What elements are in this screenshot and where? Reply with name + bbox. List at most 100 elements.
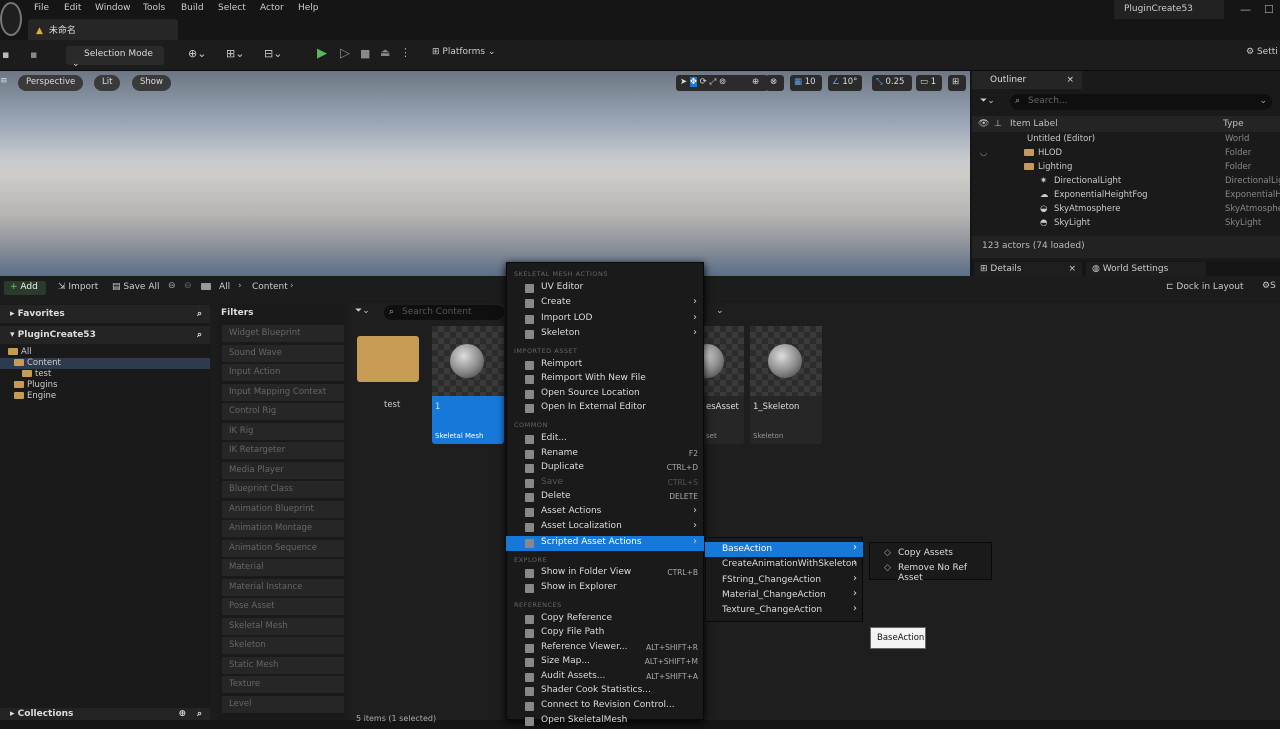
import-button[interactable]: ⇲ Import — [58, 282, 98, 292]
viewport-menu-icon[interactable]: ≡ — [0, 76, 8, 86]
filter-item[interactable]: Sound Wave — [222, 344, 344, 362]
selection-mode-button[interactable]: Selection Mode ⌄ — [66, 46, 164, 69]
filter-icon[interactable]: ⏷⌄ — [355, 306, 370, 316]
add-content-icon[interactable]: ⊕⌄ — [188, 47, 206, 60]
type-header[interactable]: Type — [1223, 119, 1244, 129]
project-header[interactable]: ▾ PluginCreate53 ⌕ — [0, 326, 210, 344]
blueprint-icon[interactable]: ⊞⌄ — [226, 47, 244, 60]
menu-item-create[interactable]: Create › — [506, 296, 704, 311]
details-tab[interactable]: ⊞ Details × — [974, 262, 1082, 276]
unreal-logo-icon[interactable] — [0, 2, 22, 36]
filter-item[interactable]: Level — [222, 695, 344, 713]
filter-item[interactable]: Animation Blueprint — [222, 500, 344, 518]
menu-item-reimport-with-new-file[interactable]: Reimport With New File — [506, 372, 704, 387]
rotate-icon[interactable]: ⟳ — [700, 77, 707, 87]
more-options-icon[interactable]: ⋮ — [400, 46, 411, 59]
stop-icon[interactable]: ■ — [360, 47, 370, 60]
minimize-icon[interactable]: — — [1240, 3, 1251, 16]
filter-item[interactable]: Input Mapping Context — [222, 383, 344, 401]
asset-tile-skeleton[interactable]: 1_Skeleton Skeleton — [750, 326, 822, 444]
breadcrumb-content[interactable]: Content — [252, 282, 288, 292]
add-button[interactable]: + Add — [4, 281, 46, 295]
menu-item-size-map[interactable]: Size Map... ALT+SHIFT+M — [506, 655, 704, 670]
tree-item-plugins[interactable]: Plugins — [0, 380, 210, 391]
search-icon[interactable]: ⌕ — [197, 309, 202, 319]
menu-tools[interactable]: Tools — [143, 3, 165, 13]
filter-item[interactable]: IK Retargeter — [222, 442, 344, 459]
close-icon[interactable]: × — [1066, 75, 1074, 85]
menu-item-uv-editor[interactable]: UV Editor — [506, 281, 704, 296]
outliner-row[interactable]: ☁ ExponentialHeightFog ExponentialHe — [972, 190, 1280, 204]
cinematics-icon[interactable]: ⊟⌄ — [264, 47, 282, 60]
surface-icon[interactable]: ⊗ — [766, 75, 784, 91]
chevron-down-icon[interactable]: ⌄ — [1259, 96, 1267, 106]
select-icon[interactable]: ➤ — [680, 77, 687, 87]
collections-header[interactable]: ▸ Collections ⊕ ⌕ — [0, 708, 210, 720]
camera-speed[interactable]: ▭ 1 — [916, 75, 942, 91]
menu-item-copy-file-path[interactable]: Copy File Path — [506, 626, 704, 641]
submenu-item-fstring-changeaction[interactable]: FString_ChangeAction › — [705, 573, 863, 588]
outliner-row[interactable]: ✷ DirectionalLight DirectionalLig — [972, 176, 1280, 190]
filter-item[interactable]: Animation Montage — [222, 520, 344, 537]
surface-snap-icon[interactable]: ⊚ — [719, 77, 726, 87]
project-tab[interactable]: PluginCreate53 — [1114, 0, 1224, 19]
filter-item[interactable]: Blueprint Class — [222, 481, 344, 498]
dock-in-layout-button[interactable]: ⊏ Dock in Layout — [1166, 282, 1244, 292]
visibility-icon[interactable]: 👁 — [978, 119, 989, 129]
angle-snap[interactable]: ∠ 10° — [828, 75, 862, 91]
breadcrumb-all[interactable]: All — [219, 282, 230, 292]
menu-item-audit-assets[interactable]: Audit Assets... ALT+SHIFT+A — [506, 670, 704, 685]
forward-icon[interactable]: ⊖ — [184, 281, 192, 291]
filter-item[interactable]: Control Rig — [222, 403, 344, 420]
settings-button[interactable]: ⚙ Setti — [1246, 47, 1278, 57]
filter-item[interactable]: Material Instance — [222, 578, 344, 596]
folder-tile-test[interactable]: test — [354, 326, 426, 416]
action-item-remove-no-ref-asset[interactable]: ◇ Remove No Ref Asset — [869, 562, 992, 583]
filter-item[interactable]: Media Player — [222, 461, 344, 479]
outliner-row[interactable]: Lighting Folder — [972, 162, 1280, 176]
menu-item-reimport[interactable]: Reimport — [506, 358, 704, 373]
move-icon[interactable]: ✥ — [689, 77, 697, 87]
step-icon[interactable]: ▷ — [340, 46, 350, 61]
pin-icon[interactable]: ⊥ — [994, 119, 1002, 129]
close-icon[interactable]: × — [1068, 264, 1076, 274]
eject-icon[interactable]: ⏏ — [380, 46, 390, 59]
filter-item[interactable]: Texture — [222, 676, 344, 693]
search-icon[interactable]: ⌕ — [197, 709, 202, 719]
outliner-row[interactable]: ◒ SkyAtmosphere SkyAtmosphe — [972, 204, 1280, 218]
menu-item-rename[interactable]: Rename F2 — [506, 447, 704, 462]
filter-item[interactable]: Static Mesh — [222, 656, 344, 674]
submenu-item-createanimationwithskeleton[interactable]: CreateAnimationWithSkeleton › — [705, 557, 863, 572]
menu-edit[interactable]: Edit — [64, 3, 81, 13]
show-button[interactable]: Show — [132, 75, 171, 91]
layout-icon[interactable]: ⊞ — [948, 75, 966, 91]
outliner-tab[interactable]: Outliner × — [972, 71, 1082, 89]
menu-item-scripted-asset-actions[interactable]: Scripted Asset Actions › — [506, 536, 704, 551]
menu-actor[interactable]: Actor — [260, 3, 284, 13]
menu-item-open-in-external-editor[interactable]: Open In External Editor — [506, 401, 704, 416]
search-icon[interactable]: ⌕ — [197, 330, 202, 340]
perspective-button[interactable]: Perspective — [18, 75, 84, 91]
menu-item-show-in-folder-view[interactable]: Show in Folder View CTRL+B — [506, 566, 704, 581]
filter-item[interactable]: IK Rig — [222, 422, 344, 440]
item-label-header[interactable]: Item Label — [1010, 119, 1058, 129]
filter-item[interactable]: Skeletal Mesh — [222, 617, 344, 635]
world-icon[interactable]: ⊕ — [748, 75, 762, 91]
filter-icon[interactable]: ⏷⌄ — [980, 96, 995, 106]
menu-select[interactable]: Select — [218, 3, 246, 13]
submenu-item-texture-changeaction[interactable]: Texture_ChangeAction › — [705, 603, 863, 618]
outliner-row[interactable]: ◓ SkyLight SkyLight — [972, 218, 1280, 232]
menu-item-save[interactable]: Save CTRL+S — [506, 476, 704, 491]
platforms-button[interactable]: ⊞ Platforms ⌄ — [432, 47, 495, 57]
filter-item[interactable]: Animation Sequence — [222, 539, 344, 557]
action-item-copy-assets[interactable]: ◇ Copy Assets — [869, 547, 992, 561]
maximize-icon[interactable]: ☐ — [1264, 3, 1274, 16]
lit-button[interactable]: Lit — [94, 75, 121, 91]
menu-help[interactable]: Help — [298, 3, 319, 13]
outliner-row[interactable]: ◡ HLOD Folder — [972, 148, 1280, 162]
filter-item[interactable]: Widget Blueprint — [222, 325, 344, 342]
asset-tile-skeletal-mesh[interactable]: 1 Skeletal Mesh — [432, 326, 504, 444]
menu-item-edit[interactable]: Edit... — [506, 432, 704, 447]
filter-item[interactable]: Input Action — [222, 364, 344, 381]
tree-item-engine[interactable]: Engine — [0, 391, 210, 402]
